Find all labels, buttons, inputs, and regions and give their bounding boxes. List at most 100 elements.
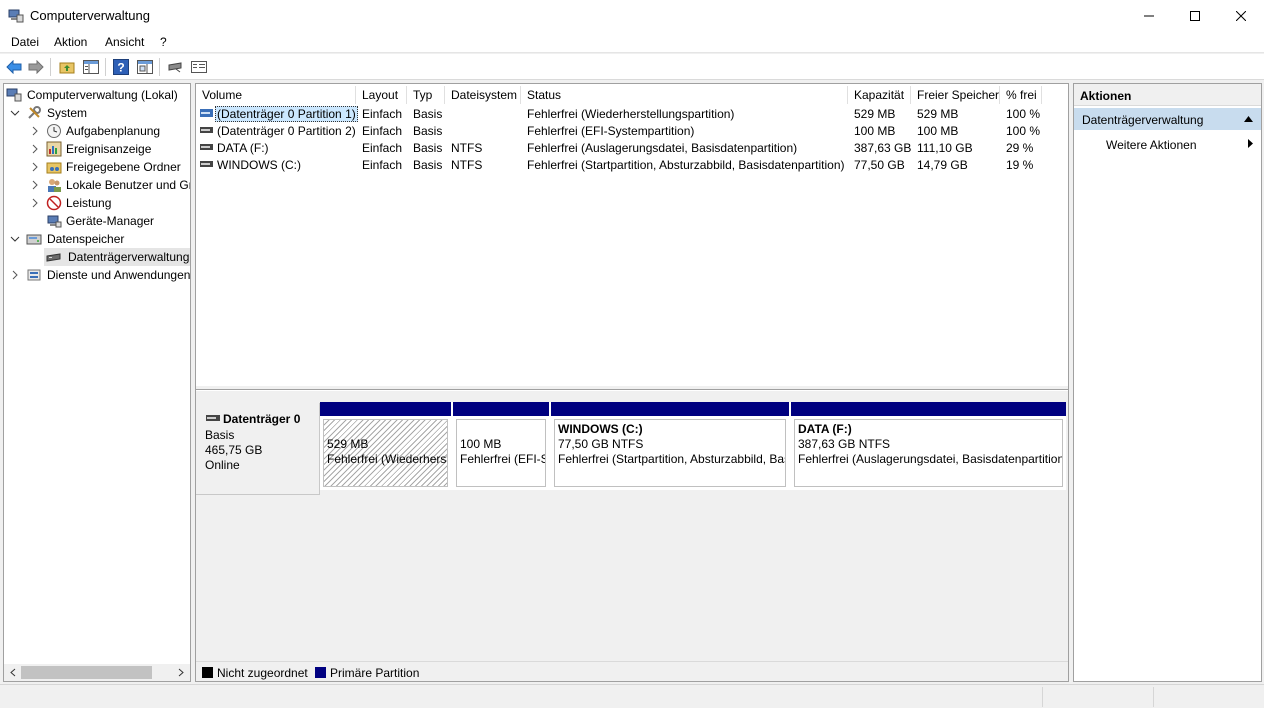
menu-bar: Datei Aktion Ansicht ?	[0, 32, 1264, 53]
table-row[interactable]: WINDOWS (C:) Einfach Basis NTFS Fehlerfr…	[196, 156, 1056, 173]
partition-title: DATA (F:)	[798, 422, 852, 436]
partition-block[interactable]: 529 MB Fehlerfrei (Wiederherstellungspar…	[320, 402, 451, 490]
volume-icon	[200, 109, 213, 117]
volume-icon	[200, 144, 213, 150]
minimize-button[interactable]	[1126, 0, 1172, 32]
column-status[interactable]: Status	[521, 86, 848, 104]
chevron-right-icon[interactable]	[30, 125, 40, 137]
partition-body: WINDOWS (C:) 77,50 GB NTFS Fehlerfrei (S…	[554, 419, 786, 487]
navigation-tree: Computerverwaltung (Lokal) System Aufgab…	[3, 83, 191, 682]
tree-label: Lokale Benutzer und Gruppen	[66, 178, 190, 192]
tree-label: Aufgabenplanung	[66, 124, 161, 138]
disk-management-icon	[46, 253, 61, 262]
volume-filesystem: NTFS	[451, 158, 483, 172]
horizontal-scrollbar[interactable]	[4, 664, 190, 681]
partition-size: 387,63 GB NTFS	[798, 437, 891, 451]
partition-status: Fehlerfrei (Startpartition, Absturzabbil…	[558, 452, 785, 466]
column-layout[interactable]: Layout	[356, 86, 407, 104]
list-view-icon	[191, 61, 207, 73]
volume-name: (Datenträger 0 Partition 1)	[215, 106, 358, 122]
partition-bar	[453, 402, 549, 416]
table-row[interactable]: (Datenträger 0 Partition 1) Einfach Basi…	[196, 105, 1056, 122]
list-view-button[interactable]	[189, 57, 209, 77]
menu-ansicht[interactable]: Ansicht	[105, 35, 144, 49]
disk-label[interactable]: Datenträger 0 Basis 465,75 GB Online	[196, 403, 320, 495]
performance-icon	[46, 195, 62, 211]
show-hide-tree-button[interactable]	[81, 57, 101, 77]
disk-tool-button[interactable]	[165, 57, 185, 77]
back-button[interactable]	[4, 57, 24, 77]
actions-group-label: Datenträgerverwaltung	[1082, 113, 1204, 127]
partition-status: Fehlerfrei (EFI-Systempartition)	[460, 452, 545, 466]
show-hide-tree-icon	[83, 60, 99, 74]
tree-label: Datenspeicher	[47, 232, 125, 246]
volume-name: (Datenträger 0 Partition 2)	[217, 124, 356, 138]
collapse-triangle-icon[interactable]	[1244, 116, 1253, 122]
column-dateisystem[interactable]: Dateisystem	[445, 86, 521, 104]
help-button[interactable]: ?	[111, 57, 131, 77]
forward-arrow-icon	[28, 60, 44, 74]
pane-splitter[interactable]	[196, 386, 1068, 390]
volume-free: 529 MB	[917, 107, 959, 121]
chevron-down-icon[interactable]	[10, 107, 20, 119]
legend-swatch-primary	[315, 667, 326, 678]
properties-button[interactable]	[135, 57, 155, 77]
chevron-right-icon[interactable]	[30, 161, 40, 173]
forward-button[interactable]	[26, 57, 46, 77]
help-icon: ?	[113, 59, 129, 75]
table-row[interactable]: (Datenträger 0 Partition 2) Einfach Basi…	[196, 122, 1056, 139]
scroll-left-button[interactable]	[6, 666, 20, 679]
volume-status: Fehlerfrei (EFI-Systempartition)	[527, 124, 695, 138]
chevron-right-icon[interactable]	[30, 179, 40, 191]
column-volume[interactable]: Volume	[196, 86, 356, 104]
tree-item-datentraegerverwaltung[interactable]: Datenträgerverwaltung	[6, 248, 190, 266]
chevron-right-icon[interactable]	[10, 269, 20, 281]
column-prozent-frei[interactable]: % frei	[1000, 86, 1042, 104]
actions-header: Aktionen	[1074, 84, 1261, 106]
column-freier-speicher[interactable]: Freier Speicher	[911, 86, 1000, 104]
volume-percent-free: 100 %	[1006, 107, 1041, 121]
submenu-arrow-icon[interactable]	[1248, 139, 1253, 148]
menu-aktion[interactable]: Aktion	[54, 35, 87, 49]
volume-free: 100 MB	[917, 124, 959, 138]
column-typ[interactable]: Typ	[407, 86, 445, 104]
partition-block[interactable]: 100 MB Fehlerfrei (EFI-Systempartition)	[453, 402, 549, 490]
tools-icon	[28, 106, 41, 119]
close-button[interactable]	[1218, 0, 1264, 32]
volume-type: Basis	[413, 158, 443, 172]
action-weitere-aktionen[interactable]: Weitere Aktionen	[1106, 138, 1197, 152]
disk-graphical-view: Datenträger 0 Basis 465,75 GB Online 529…	[196, 391, 1068, 661]
scrollbar-thumb[interactable]	[21, 666, 152, 679]
chevron-right-icon[interactable]	[30, 197, 40, 209]
partition-block[interactable]: WINDOWS (C:) 77,50 GB NTFS Fehlerfrei (S…	[551, 402, 789, 490]
column-headers: Volume Layout Typ Dateisystem Status Kap…	[196, 86, 1042, 104]
menu-help[interactable]: ?	[160, 35, 167, 49]
up-folder-button[interactable]	[57, 57, 77, 77]
volume-capacity: 77,50 GB	[854, 158, 905, 172]
volume-percent-free: 29 %	[1006, 141, 1034, 155]
chevron-right-icon[interactable]	[30, 143, 40, 155]
disk-management-pane: Volume Layout Typ Dateisystem Status Kap…	[195, 83, 1069, 682]
column-kapazitaet[interactable]: Kapazität	[848, 86, 911, 104]
chevron-down-icon[interactable]	[10, 233, 20, 245]
partition-body: 529 MB Fehlerfrei (Wiederherstellungspar…	[323, 419, 448, 487]
volume-filesystem: NTFS	[451, 141, 483, 155]
volume-capacity: 100 MB	[854, 124, 896, 138]
computer-management-icon	[6, 88, 22, 102]
actions-group-datentraegerverwaltung[interactable]: Datenträgerverwaltung	[1074, 108, 1261, 130]
table-row[interactable]: DATA (F:) Einfach Basis NTFS Fehlerfrei …	[196, 139, 1056, 156]
partition-bar	[320, 402, 451, 416]
maximize-button[interactable]	[1172, 0, 1218, 32]
partition-bar	[791, 402, 1066, 416]
volume-percent-free: 100 %	[1006, 124, 1041, 138]
menu-datei[interactable]: Datei	[11, 35, 39, 49]
actions-title: Aktionen	[1080, 89, 1132, 103]
toolbar-separator	[105, 58, 106, 76]
volume-status: Fehlerfrei (Wiederherstellungspartition)	[527, 107, 735, 121]
legend-swatch-unallocated	[202, 667, 213, 678]
scroll-right-button[interactable]	[174, 666, 188, 679]
shared-folder-icon	[46, 162, 62, 174]
volume-type: Basis	[413, 124, 443, 138]
svg-text:?: ?	[117, 61, 124, 75]
partition-block[interactable]: DATA (F:) 387,63 GB NTFS Fehlerfrei (Aus…	[791, 402, 1066, 490]
